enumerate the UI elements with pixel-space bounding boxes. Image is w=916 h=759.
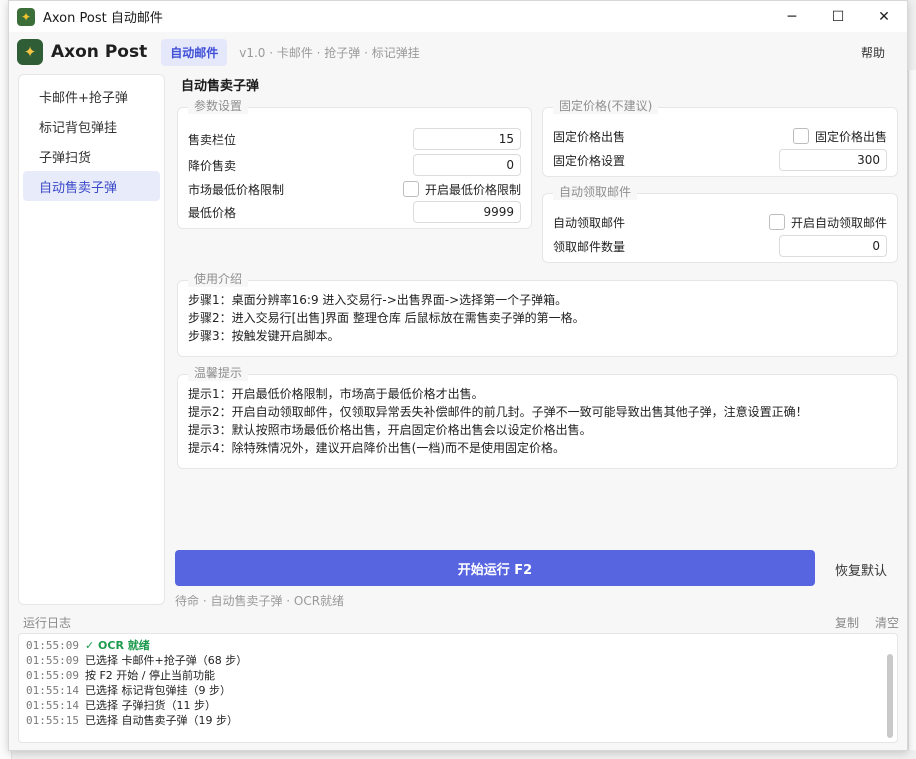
auto-claim-group: 自动领取邮件 自动领取邮件 开启自动领取邮件 领取邮件数量 0 — [542, 183, 898, 263]
fixed-sell-row: 固定价格出售 固定价格出售 — [553, 125, 887, 147]
sidebar-item-ammo-sweep[interactable]: 子弹扫货 — [23, 141, 160, 171]
log-entry: 01:55:09 已选择 卡邮件+抢子弹（68 步） — [26, 653, 897, 668]
tip-2: 提示2：开启自动领取邮件，仅领取异常丢失补偿邮件的前几封。子弹不一致可能导致出售… — [188, 405, 808, 419]
reduce-input[interactable]: 0 — [413, 154, 521, 176]
log-message: ✓ OCR 就绪 — [84, 639, 150, 652]
min-limit-row: 市场最低价格限制 开启最低价格限制 — [188, 178, 521, 200]
log-scrollbar[interactable] — [887, 654, 893, 738]
usage-step-1: 步骤1：桌面分辨率16:9 进入交易行->出售界面->选择第一个子弹箱。 — [188, 293, 568, 307]
brand-logo-icon: ✦ — [17, 39, 43, 65]
sell-slot-row: 售卖栏位 15 — [188, 128, 521, 150]
background-window-right — [908, 70, 916, 750]
fixed-sell-label: 固定价格出售 — [553, 129, 626, 144]
fixed-set-label: 固定价格设置 — [553, 153, 626, 168]
mode-badge[interactable]: 自动邮件 — [161, 38, 228, 66]
log-entry: 01:55:14 已选择 子弹扫货（11 步） — [26, 698, 897, 713]
tip-1: 提示1：开启最低价格限制，市场高于最低价格才出售。 — [188, 387, 484, 401]
close-icon[interactable]: ✕ — [861, 1, 907, 32]
usage-step-2: 步骤2：进入交易行[出售]界面 整理仓库 后鼠标放在需售卖子弹的第一格。 — [188, 311, 585, 325]
fixed-sell-checkbox-box[interactable] — [792, 128, 809, 144]
claim-count-input[interactable]: 0 — [779, 235, 887, 257]
auto-claim-checkbox-label[interactable]: 开启自动领取邮件 — [791, 214, 887, 231]
page-title: 自动售卖子弹 — [181, 79, 260, 94]
fixed-price-group: 固定价格(不建议) 固定价格出售 固定价格出售 固定价格设置 300 — [542, 97, 898, 177]
help-link[interactable]: 帮助 — [861, 44, 885, 61]
fixed-price-input[interactable]: 300 — [779, 149, 887, 171]
auto-claim-checkbox-box[interactable] — [768, 214, 785, 230]
window-title: Axon Post 自动邮件 — [43, 11, 163, 26]
log-time: 01:55:15 — [26, 714, 79, 727]
log-message: 已选择 自动售卖子弹（19 步） — [84, 714, 238, 727]
window-controls: ─ ☐ ✕ — [769, 1, 907, 32]
log-message: 已选择 子弹扫货（11 步） — [84, 699, 216, 712]
min-price-label: 最低价格 — [188, 205, 237, 220]
log-entry: 01:55:09 ✓ OCR 就绪 — [26, 638, 897, 653]
log-time: 01:55:09 — [26, 639, 79, 652]
auto-claim-label: 自动领取邮件 — [553, 215, 626, 230]
log-message: 按 F2 开始 / 停止当前功能 — [84, 669, 216, 682]
fixed-set-row: 固定价格设置 300 — [553, 149, 887, 171]
tips-box: 温馨提示 提示1：开启最低价格限制，市场高于最低价格才出售。 提示2：开启自动领… — [177, 364, 898, 469]
status-bar: 待命 · 自动售卖子弹 · OCR就绪 — [175, 594, 345, 608]
fixed-sell-checkbox-label[interactable]: 固定价格出售 — [815, 128, 887, 145]
log-time: 01:55:14 — [26, 684, 79, 697]
sidebar-item-mark-backpack[interactable]: 标记背包弹挂 — [23, 111, 160, 141]
auto-claim-checkbox[interactable]: 开启自动领取邮件 — [768, 214, 887, 231]
usage-step-3: 步骤3：按触发键开启脚本。 — [188, 329, 340, 343]
fixed-price-group-label: 固定价格(不建议) — [553, 97, 659, 114]
log-panel[interactable]: 01:55:09 ✓ OCR 就绪 01:55:09 已选择 卡邮件+抢子弹（68 … — [18, 633, 898, 743]
log-time: 01:55:14 — [26, 699, 79, 712]
sidebar: 卡邮件+抢子弹 标记背包弹挂 子弹扫货 自动售卖子弹 — [18, 74, 165, 605]
reset-default-button[interactable]: 恢复默认 — [835, 560, 887, 579]
start-run-button[interactable]: 开始运行 F2 — [175, 550, 815, 586]
min-limit-checkbox[interactable]: 开启最低价格限制 — [402, 181, 521, 198]
brand-name: Axon Post — [51, 42, 148, 62]
log-message: 已选择 标记背包弹挂（9 步） — [84, 684, 231, 697]
log-message: 已选择 卡邮件+抢子弹（68 步） — [84, 654, 248, 667]
clear-log-button[interactable]: 清空 — [875, 614, 899, 631]
min-limit-checkbox-box[interactable] — [402, 181, 419, 197]
fixed-sell-checkbox[interactable]: 固定价格出售 — [792, 128, 887, 145]
app-icon: ✦ — [17, 7, 35, 26]
params-group-label: 参数设置 — [188, 97, 249, 114]
min-limit-checkbox-label[interactable]: 开启最低价格限制 — [425, 181, 521, 198]
reduce-label: 降价售卖 — [188, 158, 237, 173]
usage-label: 使用介绍 — [188, 270, 249, 287]
tips-label: 温馨提示 — [188, 364, 249, 381]
log-header: 运行日志 复制 清空 — [23, 613, 899, 631]
auto-claim-group-label: 自动领取邮件 — [553, 183, 638, 200]
min-price-input[interactable]: 9999 — [413, 201, 521, 223]
maximize-icon[interactable]: ☐ — [815, 1, 861, 32]
min-limit-label: 市场最低价格限制 — [188, 182, 285, 197]
tip-3: 提示3：默认按照市场最低价格出售，开启固定价格出售会以设定价格出售。 — [188, 423, 592, 437]
log-entry: 01:55:15 已选择 自动售卖子弹（19 步） — [26, 713, 897, 728]
auto-claim-row: 自动领取邮件 开启自动领取邮件 — [553, 211, 887, 233]
log-entry: 01:55:09 按 F2 开始 / 停止当前功能 — [26, 668, 897, 683]
tip-4: 提示4：除特殊情况外，建议开启降价出售(一档)而不是使用固定价格。 — [188, 441, 566, 455]
app-header: ✦ Axon Post 自动邮件 v1.0 · 卡邮件 · 抢子弹 · 标记弹挂… — [9, 32, 907, 72]
minimize-icon[interactable]: ─ — [769, 1, 815, 32]
sidebar-item-auto-sell[interactable]: 自动售卖子弹 — [23, 171, 160, 201]
log-time: 01:55:09 — [26, 654, 79, 667]
app-window: ✦ Axon Post 自动邮件 ─ ☐ ✕ ✦ Axon Post 自动邮件 … — [8, 0, 908, 751]
copy-log-button[interactable]: 复制 — [835, 614, 859, 631]
sell-slot-input[interactable]: 15 — [413, 128, 521, 150]
version-text: v1.0 · 卡邮件 · 抢子弹 · 标记弹挂 — [239, 45, 420, 60]
log-actions: 复制 清空 — [835, 614, 899, 631]
reduce-row: 降价售卖 0 — [188, 154, 521, 176]
claim-count-row: 领取邮件数量 0 — [553, 235, 887, 257]
sell-slot-label: 售卖栏位 — [188, 132, 237, 147]
log-title: 运行日志 — [23, 615, 72, 630]
usage-box: 使用介绍 步骤1：桌面分辨率16:9 进入交易行->出售界面->选择第一个子弹箱… — [177, 270, 898, 357]
sidebar-item-mail-grab[interactable]: 卡邮件+抢子弹 — [23, 81, 160, 111]
log-entry: 01:55:14 已选择 标记背包弹挂（9 步） — [26, 683, 897, 698]
log-time: 01:55:09 — [26, 669, 79, 682]
title-bar: ✦ Axon Post 自动邮件 ─ ☐ ✕ — [9, 1, 907, 32]
params-group: 参数设置 售卖栏位 15 降价售卖 0 市场最低价格限制 开启最低价格限制 最低… — [177, 97, 532, 229]
min-price-row: 最低价格 9999 — [188, 201, 521, 223]
claim-count-label: 领取邮件数量 — [553, 239, 626, 254]
